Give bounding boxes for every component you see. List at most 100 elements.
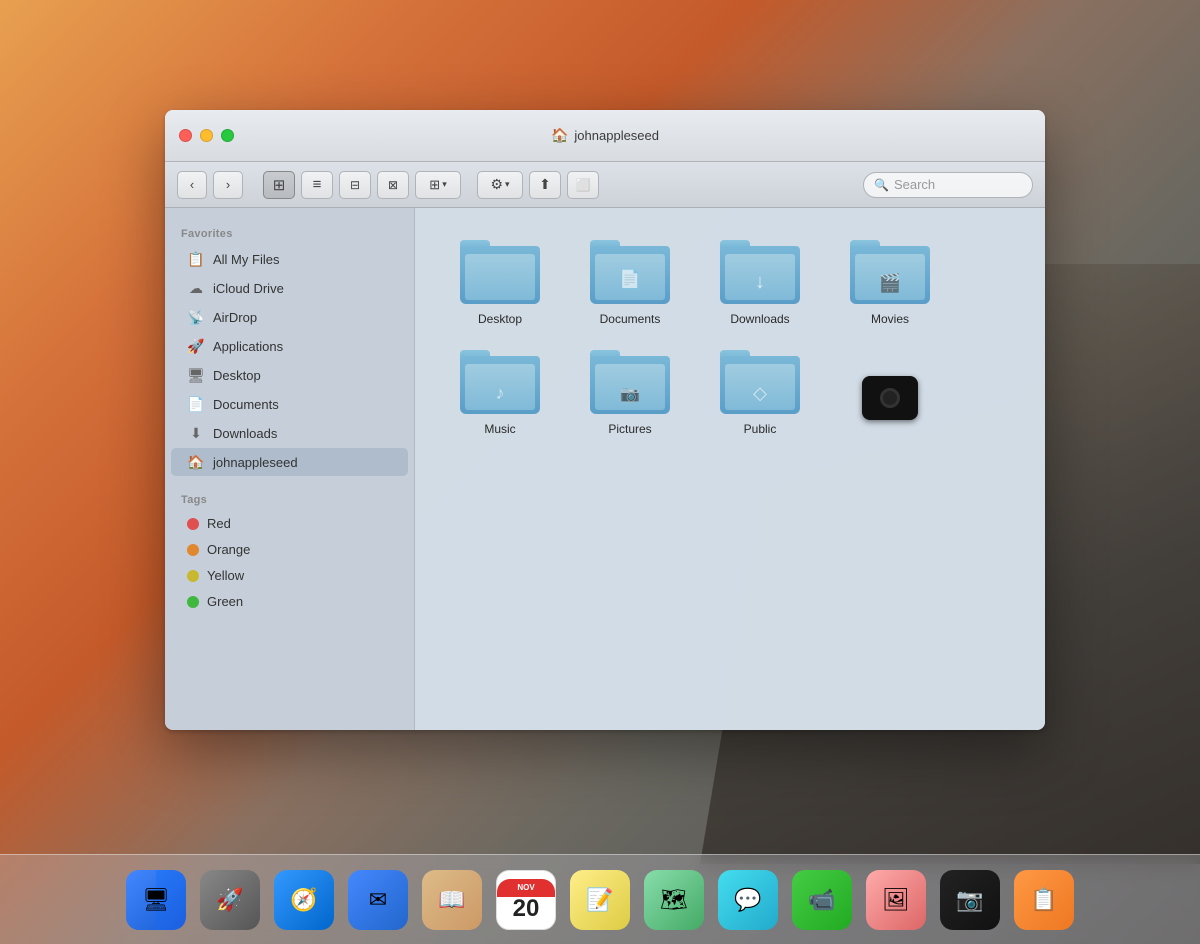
sidebar-item-all-my-files[interactable]: 📋 All My Files	[171, 245, 408, 273]
dock-facetime[interactable]: 📹	[788, 866, 856, 934]
folder-movies[interactable]: 🎬 Movies	[825, 228, 955, 338]
dock-finder[interactable]: 🖥	[122, 866, 190, 934]
sidebar-item-airdrop[interactable]: 📡 AirDrop	[171, 303, 408, 331]
sidebar-item-johnappleseed[interactable]: 🏠 johnappleseed	[171, 448, 408, 476]
sidebar-item-tag-yellow[interactable]: Yellow	[171, 563, 408, 588]
calendar-dock-icon: NOV 20	[496, 870, 556, 930]
dock-pages[interactable]: 📋	[1010, 866, 1078, 934]
view-column-button[interactable]: ⊟	[339, 171, 371, 199]
tag-yellow-dot	[187, 570, 199, 582]
sidebar-label-tag-yellow: Yellow	[207, 568, 244, 583]
finder-dock-icon: 🖥	[126, 870, 186, 930]
dock-launchpad[interactable]: 🚀	[196, 866, 264, 934]
dock-contacts[interactable]: 📖	[418, 866, 486, 934]
view-list-button[interactable]: ≡	[301, 171, 333, 199]
forward-icon: ›	[226, 177, 230, 192]
dock-calendar[interactable]: NOV 20	[492, 866, 560, 934]
messages-dock-icon: 💬	[718, 870, 778, 930]
maps-icon: 🗺	[660, 887, 688, 913]
forward-button[interactable]: ›	[213, 171, 243, 199]
contacts-icon: 📖	[438, 887, 465, 913]
sidebar-item-tag-green[interactable]: Green	[171, 589, 408, 614]
folder-pictures-icon: 📷	[590, 350, 670, 414]
safari-dock-icon: 🧭	[274, 870, 334, 930]
search-box[interactable]: 🔍 Search	[863, 172, 1033, 198]
sidebar-item-documents[interactable]: 📄 Documents	[171, 390, 408, 418]
list-view-icon: ≡	[313, 176, 322, 193]
desktop-icon: 🖥	[187, 366, 205, 384]
folder-desktop-icon	[460, 240, 540, 304]
title-bar: 🏠 johnappleseed	[165, 110, 1045, 162]
gear-icon: ⚙	[490, 176, 503, 193]
back-icon: ‹	[190, 177, 194, 192]
folder-public-icon: ◇	[720, 350, 800, 414]
sidebar-item-applications[interactable]: 🚀 Applications	[171, 332, 408, 360]
close-button[interactable]	[179, 129, 192, 142]
dock-notes[interactable]: 📝	[566, 866, 634, 934]
folder-public[interactable]: ◇ Public	[695, 338, 825, 448]
sidebar-label-all-my-files: All My Files	[213, 252, 279, 267]
sidebar-label-icloud-drive: iCloud Drive	[213, 281, 284, 296]
launchpad-icon: 🚀	[216, 887, 243, 913]
tag-icon: ⬜	[576, 178, 591, 192]
main-area: Favorites 📋 All My Files ☁ iCloud Drive …	[165, 208, 1045, 730]
folder-downloads-icon: ↓	[720, 240, 800, 304]
view-grid-button[interactable]: ⊞ ▾	[415, 171, 461, 199]
folder-downloads-label: Downloads	[730, 312, 789, 326]
sidebar-item-downloads[interactable]: ⬇ Downloads	[171, 419, 408, 447]
sidebar-label-tag-red: Red	[207, 516, 231, 531]
sidebar-label-tag-green: Green	[207, 594, 243, 609]
tag-red-dot	[187, 518, 199, 530]
airdrop-icon: 📡	[187, 308, 205, 326]
notes-icon: 📝	[586, 887, 613, 913]
share-button[interactable]: ⬆	[529, 171, 561, 199]
gear-arrow-icon: ▾	[505, 179, 510, 190]
dock-photobooth[interactable]: 📷	[936, 866, 1004, 934]
title-label: johnappleseed	[574, 128, 659, 143]
minimize-button[interactable]	[200, 129, 213, 142]
dock-messages[interactable]: 💬	[714, 866, 782, 934]
folder-documents[interactable]: 📄 Documents	[565, 228, 695, 338]
calendar-month: NOV	[497, 879, 555, 897]
sidebar-item-tag-red[interactable]: Red	[171, 511, 408, 536]
dock-maps[interactable]: 🗺	[640, 866, 708, 934]
view-icon-button[interactable]: ⊞	[263, 171, 295, 199]
folder-movies-label: Movies	[871, 312, 909, 326]
back-button[interactable]: ‹	[177, 171, 207, 199]
search-icon: 🔍	[874, 178, 889, 192]
column-view-icon: ⊟	[350, 178, 360, 192]
folder-downloads[interactable]: ↓ Downloads	[695, 228, 825, 338]
cover-view-icon: ⊠	[388, 178, 398, 192]
view-cover-button[interactable]: ⊠	[377, 171, 409, 199]
folder-public-label: Public	[744, 422, 777, 436]
maximize-button[interactable]	[221, 129, 234, 142]
action-button[interactable]: ⚙ ▾	[477, 171, 523, 199]
dock-safari[interactable]: 🧭	[270, 866, 338, 934]
tag-button[interactable]: ⬜	[567, 171, 599, 199]
traffic-lights	[179, 129, 234, 142]
folder-desktop-label: Desktop	[478, 312, 522, 326]
dock: 🖥 🚀 🧭 ✉ 📖 NOV 20 📝	[0, 854, 1200, 944]
window-title: 🏠 johnappleseed	[181, 127, 1029, 144]
camera-icon-large	[862, 376, 918, 420]
notes-dock-icon: 📝	[570, 870, 630, 930]
applications-icon: 🚀	[187, 337, 205, 355]
dock-mail[interactable]: ✉	[344, 866, 412, 934]
sidebar-item-icloud-drive[interactable]: ☁ iCloud Drive	[171, 274, 408, 302]
pages-icon: 📋	[1030, 887, 1057, 913]
sidebar-item-tag-orange[interactable]: Orange	[171, 537, 408, 562]
grid-view-icon: ⊞	[429, 177, 440, 193]
title-home-icon: 🏠	[551, 127, 568, 144]
mail-icon: ✉	[369, 887, 387, 913]
photobooth-icon: 📷	[956, 887, 983, 913]
sidebar-item-desktop[interactable]: 🖥 Desktop	[171, 361, 408, 389]
all-my-files-icon: 📋	[187, 250, 205, 268]
dock-photos[interactable]: 🖼	[862, 866, 930, 934]
tag-green-dot	[187, 596, 199, 608]
folder-pictures[interactable]: 📷 Pictures	[565, 338, 695, 448]
sidebar-label-airdrop: AirDrop	[213, 310, 257, 325]
folder-music[interactable]: ♪ Music	[435, 338, 565, 448]
folder-desktop[interactable]: Desktop	[435, 228, 565, 338]
camera-placeholder	[825, 338, 955, 438]
safari-icon: 🧭	[290, 887, 317, 913]
